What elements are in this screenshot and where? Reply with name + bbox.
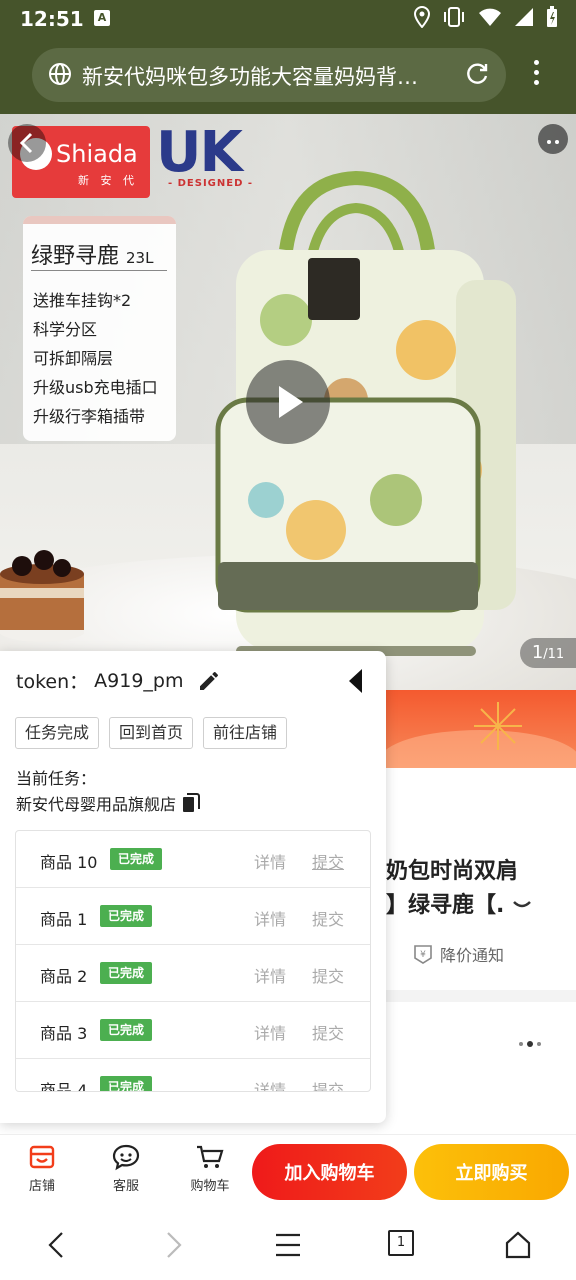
carousel-dots (519, 1041, 541, 1047)
feature-card-title: 绿野寻鹿 23L (31, 244, 154, 269)
vibrate-icon (444, 7, 464, 27)
task-detail-link[interactable]: 详情 (254, 906, 286, 930)
task-name: 商品 1 (40, 910, 88, 929)
product-title: 奶包时尚双肩 】绿寻鹿【. (386, 855, 532, 923)
copy-icon[interactable] (182, 793, 201, 813)
buy-now-button[interactable]: 立即购买 (414, 1144, 569, 1200)
panel-actions: 任务完成 回到首页 前往店铺 (15, 717, 288, 749)
cake-decoration (0, 534, 86, 644)
nav-back-icon[interactable] (44, 1230, 68, 1260)
feature-item: 送推车挂钩*2 (33, 291, 132, 310)
globe-icon (49, 63, 71, 85)
location-icon (414, 6, 430, 28)
task-detail-link[interactable]: 详情 (254, 1077, 286, 1091)
task-submit-link[interactable]: 提交 (312, 1020, 344, 1044)
list-item: 商品 1 已完成 详情 提交 (16, 888, 370, 945)
page-title: 新安代妈咪包多功能大容量妈妈背… (82, 65, 418, 89)
task-submit-link[interactable]: 提交 (312, 849, 344, 873)
back-home-button[interactable]: 回到首页 (109, 717, 194, 749)
list-item: 商品 3 已完成 详情 提交 (16, 1002, 370, 1059)
add-to-cart-button[interactable]: 加入购物车 (252, 1144, 407, 1200)
feature-item: 可拆卸隔层 (33, 349, 114, 368)
task-detail-link[interactable]: 详情 (254, 849, 286, 873)
notification-icon: A (94, 10, 110, 26)
play-icon (279, 386, 303, 418)
task-complete-button[interactable]: 任务完成 (15, 717, 100, 749)
overflow-menu-icon[interactable] (528, 60, 544, 90)
feature-item: 升级行李箱插带 (33, 407, 146, 426)
play-video-button[interactable] (246, 360, 330, 444)
collapse-panel-icon[interactable] (346, 667, 366, 695)
task-submit-link[interactable]: 提交 (312, 963, 344, 987)
nav-home-icon[interactable] (504, 1230, 532, 1260)
current-task-shop: 新安代母婴用品旗舰店 (16, 791, 201, 815)
task-list[interactable]: 商品 10 已完成 详情 提交 商品 1 已完成 详情 提交 商品 2 已完成 … (15, 830, 371, 1092)
battery-icon (547, 6, 557, 27)
task-detail-link[interactable]: 详情 (254, 963, 286, 987)
signal-icon (515, 8, 533, 26)
list-item: 商品 2 已完成 详情 提交 (16, 945, 370, 1002)
tabs-count-button[interactable]: 1 (388, 1230, 414, 1256)
product-image-gallery[interactable]: Shiada 新 安 代 UK - DESIGNED - 绿野寻鹿 23L 送推… (0, 114, 576, 690)
current-task-label: 当前任务： (16, 769, 97, 788)
list-item: 商品 10 已完成 详情 提交 (16, 831, 370, 888)
price-tag-icon: ¥ (414, 945, 432, 964)
feature-list: 送推车挂钩*2 科学分区 可拆卸隔层 升级usb充电插口 升级行李箱插带 (33, 286, 158, 431)
edit-pencil-icon[interactable] (197, 669, 221, 693)
status-icons (414, 6, 558, 28)
status-bar: 12:51 A (0, 0, 576, 38)
go-store-button[interactable]: 前往店铺 (203, 717, 288, 749)
token-value: A919_pm (94, 669, 184, 692)
nav-menu-icon[interactable] (274, 1230, 302, 1260)
chevron-left-icon (19, 132, 33, 154)
status-time: 12:51 (20, 7, 84, 31)
task-name: 商品 4 (40, 1081, 88, 1092)
feature-item: 升级usb充电插口 (33, 378, 158, 397)
shopping-cart-icon (197, 1145, 224, 1168)
token-row: token： A919_pm (16, 667, 221, 694)
task-submit-link[interactable]: 提交 (312, 906, 344, 930)
task-name: 商品 2 (40, 967, 88, 986)
token-label: token： (16, 671, 89, 693)
address-bar[interactable]: 新安代妈咪包多功能大容量妈妈背… (32, 48, 506, 102)
shop-tab[interactable]: 店铺 (12, 1143, 72, 1194)
status-badge: 已完成 (100, 1019, 153, 1041)
svg-text:¥: ¥ (420, 950, 426, 960)
wifi-icon (479, 8, 501, 26)
status-badge: 已完成 (100, 905, 153, 927)
firework-icon (474, 702, 522, 750)
list-item: 商品 4 已完成 详情 提交 (16, 1059, 370, 1092)
status-badge: 已完成 (100, 962, 153, 984)
status-badge: 已完成 (100, 1076, 153, 1091)
cart-tab[interactable]: 购物车 (180, 1143, 240, 1194)
reload-icon[interactable] (464, 61, 490, 87)
feature-item: 科学分区 (33, 320, 98, 339)
customer-service-tab[interactable]: 客服 (96, 1143, 156, 1194)
backpack-illustration (215, 170, 516, 656)
more-options-button[interactable] (538, 124, 568, 154)
back-button[interactable] (8, 124, 46, 162)
system-nav-bar: 1 (0, 1210, 576, 1280)
chat-face-icon (112, 1144, 140, 1171)
browser-toolbar: 新安代妈咪包多功能大容量妈妈背… (0, 38, 576, 114)
promo-banner[interactable] (380, 690, 576, 768)
feature-card: 绿野寻鹿 23L 送推车挂钩*2 科学分区 可拆卸隔层 升级usb充电插口 升级… (23, 216, 176, 441)
shop-icon (29, 1145, 55, 1169)
status-badge: 已完成 (110, 848, 163, 870)
task-name: 商品 3 (40, 1024, 88, 1043)
price-notify-button[interactable]: ¥ 降价通知 (412, 942, 504, 966)
task-detail-link[interactable]: 详情 (254, 1020, 286, 1044)
task-name: 商品 10 (40, 853, 98, 872)
image-counter: 1/11 (520, 638, 576, 668)
task-submit-link[interactable]: 提交 (312, 1077, 344, 1091)
nav-forward-icon[interactable] (162, 1230, 186, 1260)
chevron-down-icon[interactable] (512, 900, 532, 912)
task-panel: token： A919_pm 任务完成 回到首页 前往店铺 当前任务： 新安代母… (0, 651, 386, 1123)
product-action-bar: 店铺 客服 购物车 加入购物车 立即购买 (0, 1134, 576, 1210)
